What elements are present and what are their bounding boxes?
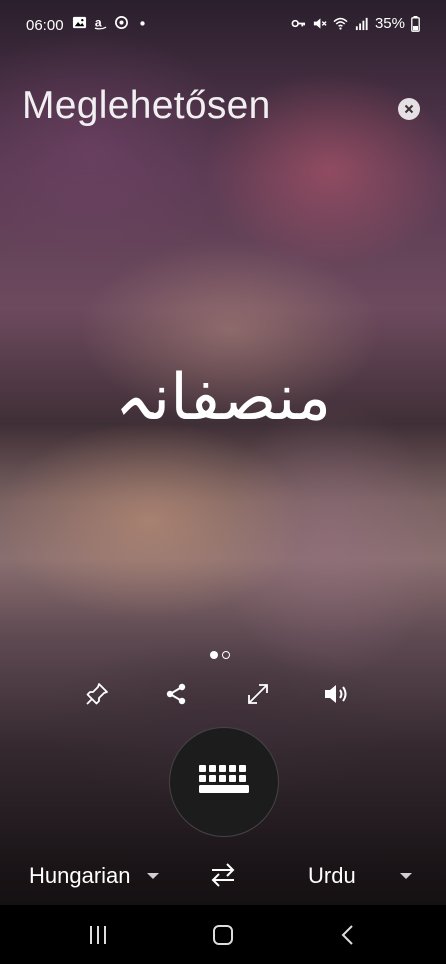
page-dot-active <box>210 651 218 659</box>
page-dot-inactive <box>222 651 230 659</box>
source-language-selector[interactable]: Hungarian <box>29 863 159 889</box>
status-time: 06:00 <box>26 17 64 34</box>
share-icon <box>166 683 186 705</box>
svg-text:a: a <box>95 15 102 29</box>
language-bar: Hungarian Urdu <box>0 855 446 895</box>
source-text[interactable]: Meglehetősen <box>22 84 271 128</box>
more-notifications-dot-icon <box>140 21 145 26</box>
swap-icon <box>211 863 235 887</box>
gallery-icon <box>72 16 87 29</box>
page-indicator <box>210 651 230 659</box>
translated-text[interactable]: منصفانہ <box>0 360 446 435</box>
sync-icon <box>115 16 128 29</box>
pin-icon <box>86 683 108 705</box>
back-button[interactable] <box>336 923 360 952</box>
system-icons: 35% <box>291 15 420 32</box>
vpn-key-icon <box>291 19 306 28</box>
recent-apps-button[interactable] <box>86 923 110 952</box>
recent-apps-icon <box>90 926 106 944</box>
keyboard-button[interactable] <box>169 727 279 837</box>
signal-icon <box>355 17 368 31</box>
home-icon <box>213 925 233 945</box>
mute-icon <box>313 18 327 29</box>
target-language-label: Urdu <box>308 863 356 888</box>
status-bar: 06:00 a 35% <box>0 0 446 54</box>
battery-percent: 35% <box>374 15 405 32</box>
amazon-icon: a <box>94 15 107 30</box>
keyboard-icon <box>199 765 249 793</box>
target-language-selector[interactable]: Urdu <box>308 863 412 889</box>
battery-icon <box>411 15 420 32</box>
source-language-label: Hungarian <box>29 863 131 888</box>
expand-icon <box>248 684 268 704</box>
pin-button[interactable] <box>79 676 115 712</box>
swap-languages-button[interactable] <box>208 861 238 894</box>
close-button[interactable] <box>398 98 420 120</box>
back-icon <box>341 925 353 945</box>
system-navigation-bar <box>0 905 446 964</box>
notification-icons: a <box>72 15 150 30</box>
wifi-icon <box>333 17 348 30</box>
action-row <box>0 676 446 712</box>
chevron-down-icon <box>146 873 159 879</box>
speaker-icon <box>325 685 347 703</box>
speak-button[interactable] <box>318 676 354 712</box>
close-icon <box>404 104 414 114</box>
share-button[interactable] <box>158 676 194 712</box>
chevron-down-icon <box>399 873 412 879</box>
home-button[interactable] <box>211 923 235 952</box>
fullscreen-button[interactable] <box>240 676 276 712</box>
